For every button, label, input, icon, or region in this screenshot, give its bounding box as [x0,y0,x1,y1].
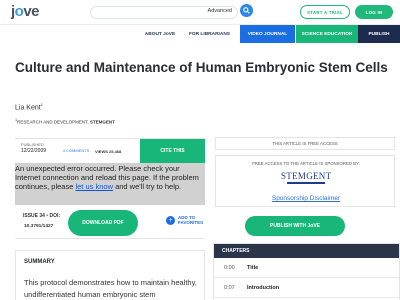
top-bar: jove Advanced START A TRIAL LOG IN [0,0,400,25]
author-affiliation: 1Research and Development, Stemgent [15,118,115,125]
plus-icon[interactable]: + [166,216,175,225]
jove-logo[interactable]: jove [11,3,40,20]
chapter-title: Title [247,265,259,271]
search-icon [243,7,250,14]
advanced-search-link[interactable]: Advanced [208,8,232,14]
sponsor-box: FREE ACCESS TO THE ARTICLE IS SPONSORED … [215,155,395,207]
error-message: An unexpected error occurred. Please che… [15,163,205,205]
chapter-time: 0:00 [224,265,235,271]
free-access-notice: THIS ARTICLE IS FREE ACCESS [215,137,395,150]
login-button[interactable]: LOG IN [355,5,393,19]
comments-link[interactable]: 4 COMMENTS [58,148,94,154]
chapters-heading: CHAPTERS [214,244,399,258]
chapter-item[interactable]: 0:07 Introduction [214,278,399,298]
nav-science-education[interactable]: SCIENCE EDUCATION [296,25,358,43]
chapter-item[interactable]: 0:00 Title [214,258,399,278]
sponsorship-disclaimer-link[interactable]: Sponsorship Disclaimer [216,195,396,202]
start-trial-button[interactable]: START A TRIAL [300,5,350,19]
cite-this-button[interactable]: CITE THIS [140,139,205,163]
doi-value[interactable]: 10.3791/1427 [24,224,53,229]
main-nav: ABOUT JoVE FOR LIBRARIANS VIDEO JOURNAL … [0,25,400,43]
views-count: VIEWS 25,468 [95,149,122,154]
article-stats: PUBLISHED 12/22/2009 4 COMMENTS VIEWS 25… [15,138,205,164]
search-button[interactable] [240,4,253,17]
author-name[interactable]: Lia Kent1 [15,102,43,111]
add-to-favorites-link[interactable]: ADD TO FAVORITES [178,215,203,225]
chapters-panel: CHAPTERS 0:00 Title 0:07 Introduction [213,243,400,300]
article-title: Culture and Maintenance of Human Embryon… [15,60,388,75]
summary-heading: SUMMARY [24,259,55,265]
search-input[interactable]: Advanced [90,6,238,19]
published-date: PUBLISHED 12/22/2009 [21,142,47,154]
nav-publish[interactable]: PUBLISH [358,25,400,43]
summary-section: SUMMARY This protocol demonstrates how t… [15,250,205,300]
download-pdf-button[interactable]: DOWNLOAD PDF [68,210,138,236]
doi-row: ISSUE 34 • DOI: 10.3791/1427 DOWNLOAD PD… [15,207,205,239]
nav-for-librarians[interactable]: FOR LIBRARIANS [183,25,236,43]
chapter-title: Introduction [247,285,280,291]
sponsor-label: FREE ACCESS TO THE ARTICLE IS SPONSORED … [252,161,360,166]
summary-text: This protocol demonstrates how to mainta… [24,278,197,299]
issue-label: ISSUE 34 • DOI: [23,213,61,219]
nav-about-jove[interactable]: ABOUT JoVE [140,25,180,43]
let-us-know-link[interactable]: let us know [75,182,113,191]
stemgent-logo[interactable]: STEMGENT [281,172,331,188]
nav-video-journal[interactable]: VIDEO JOURNAL [240,25,295,43]
chapter-time: 0:07 [224,285,235,291]
publish-with-jove-button[interactable]: PUBLISH WITH JoVE [245,216,345,236]
